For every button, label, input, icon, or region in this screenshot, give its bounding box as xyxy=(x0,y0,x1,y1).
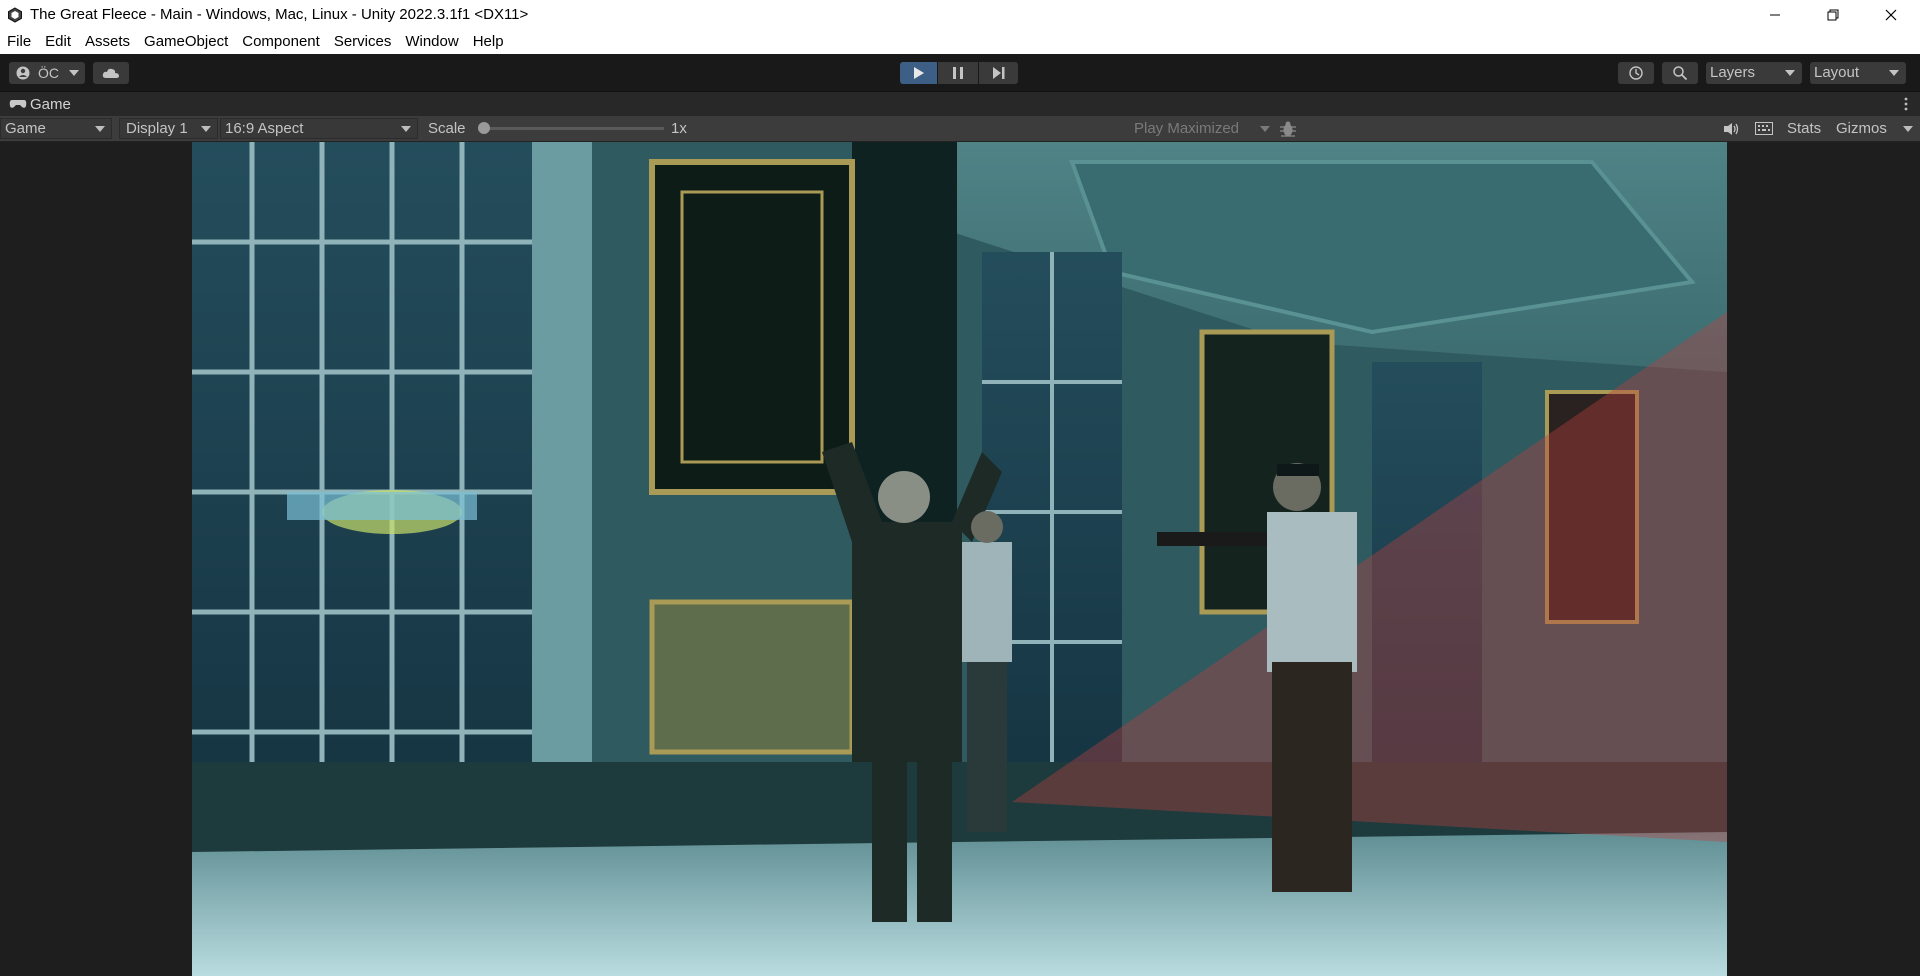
view-mode-dropdown[interactable]: Game xyxy=(0,118,112,139)
account-label: ÖC xyxy=(38,65,59,81)
scale-slider-handle[interactable] xyxy=(478,122,490,134)
restore-button[interactable] xyxy=(1804,0,1862,29)
search-button[interactable] xyxy=(1662,62,1698,84)
stats-button[interactable]: Stats xyxy=(1787,116,1821,141)
game-render[interactable] xyxy=(192,142,1727,976)
search-icon xyxy=(1673,66,1688,81)
account-icon xyxy=(16,66,30,80)
gizmos-label: Gizmos xyxy=(1836,120,1887,137)
history-icon xyxy=(1629,66,1643,80)
layers-dropdown[interactable]: Layers xyxy=(1706,62,1802,84)
minimize-button[interactable] xyxy=(1746,0,1804,29)
step-button[interactable] xyxy=(979,62,1018,84)
cloud-icon xyxy=(102,68,119,78)
chevron-down-icon xyxy=(1785,70,1795,76)
close-icon xyxy=(1885,9,1897,20)
scale-value: 1x xyxy=(671,120,687,137)
minimize-icon xyxy=(1770,14,1780,15)
chevron-down-icon xyxy=(1260,126,1270,132)
main-toolbar: ÖC Layers Layout xyxy=(0,54,1920,92)
menu-assets[interactable]: Assets xyxy=(78,29,137,54)
close-button[interactable] xyxy=(1862,0,1920,29)
keyboard-icon[interactable] xyxy=(1755,122,1773,136)
layout-dropdown[interactable]: Layout xyxy=(1810,62,1906,84)
undo-history-button[interactable] xyxy=(1618,62,1654,84)
layout-label: Layout xyxy=(1814,64,1860,81)
pause-icon xyxy=(953,67,963,79)
play-icon xyxy=(913,67,924,79)
chevron-down-icon xyxy=(1903,126,1913,132)
menu-help[interactable]: Help xyxy=(466,29,511,54)
aspect-dropdown[interactable]: 16:9 Aspect xyxy=(220,118,418,139)
chevron-down-icon xyxy=(201,126,211,132)
unity-logo-icon xyxy=(8,6,22,23)
game-tab-header: Game xyxy=(0,92,1920,116)
menu-window[interactable]: Window xyxy=(398,29,465,54)
layers-label: Layers xyxy=(1710,64,1756,81)
gizmos-dropdown[interactable]: Gizmos xyxy=(1834,116,1920,141)
menu-services[interactable]: Services xyxy=(327,29,399,54)
menu-component[interactable]: Component xyxy=(235,29,327,54)
scale-label: Scale xyxy=(428,120,466,137)
chevron-down-icon xyxy=(401,126,411,132)
menu-gameobject[interactable]: GameObject xyxy=(137,29,235,54)
museum-scene-image xyxy=(192,142,1727,976)
scale-slider[interactable] xyxy=(478,122,664,134)
cloud-button[interactable] xyxy=(93,62,129,84)
display-label: Display 1 xyxy=(126,120,188,137)
title-bar: The Great Fleece - Main - Windows, Mac, … xyxy=(0,0,1920,29)
menu-bar: File Edit Assets GameObject Component Se… xyxy=(0,29,1920,54)
view-mode-label: Game xyxy=(5,120,46,137)
chevron-down-icon xyxy=(1889,70,1899,76)
menu-edit[interactable]: Edit xyxy=(38,29,78,54)
tab-game[interactable]: Game xyxy=(0,92,80,116)
bug-icon[interactable] xyxy=(1279,120,1297,138)
audio-icon[interactable] xyxy=(1723,122,1739,136)
step-icon xyxy=(992,67,1004,79)
game-view-bar: Game Display 1 16:9 Aspect Scale 1x Play… xyxy=(0,116,1920,142)
account-dropdown[interactable]: ÖC xyxy=(9,62,85,84)
play-mode-label: Play Maximized xyxy=(1134,120,1240,137)
tab-game-label: Game xyxy=(30,95,71,113)
gamepad-icon xyxy=(9,100,27,108)
menu-file[interactable]: File xyxy=(0,29,38,54)
pause-button[interactable] xyxy=(938,62,978,84)
window-title: The Great Fleece - Main - Windows, Mac, … xyxy=(30,6,529,23)
more-options-icon[interactable] xyxy=(1904,97,1908,111)
game-viewport[interactable] xyxy=(0,142,1920,976)
chevron-down-icon xyxy=(69,70,79,76)
play-mode-dropdown[interactable]: Play Maximized xyxy=(1134,116,1270,141)
restore-icon xyxy=(1827,9,1839,20)
display-dropdown[interactable]: Display 1 xyxy=(119,118,218,139)
chevron-down-icon xyxy=(95,126,105,132)
aspect-label: 16:9 Aspect xyxy=(225,120,304,137)
play-button[interactable] xyxy=(900,62,937,84)
